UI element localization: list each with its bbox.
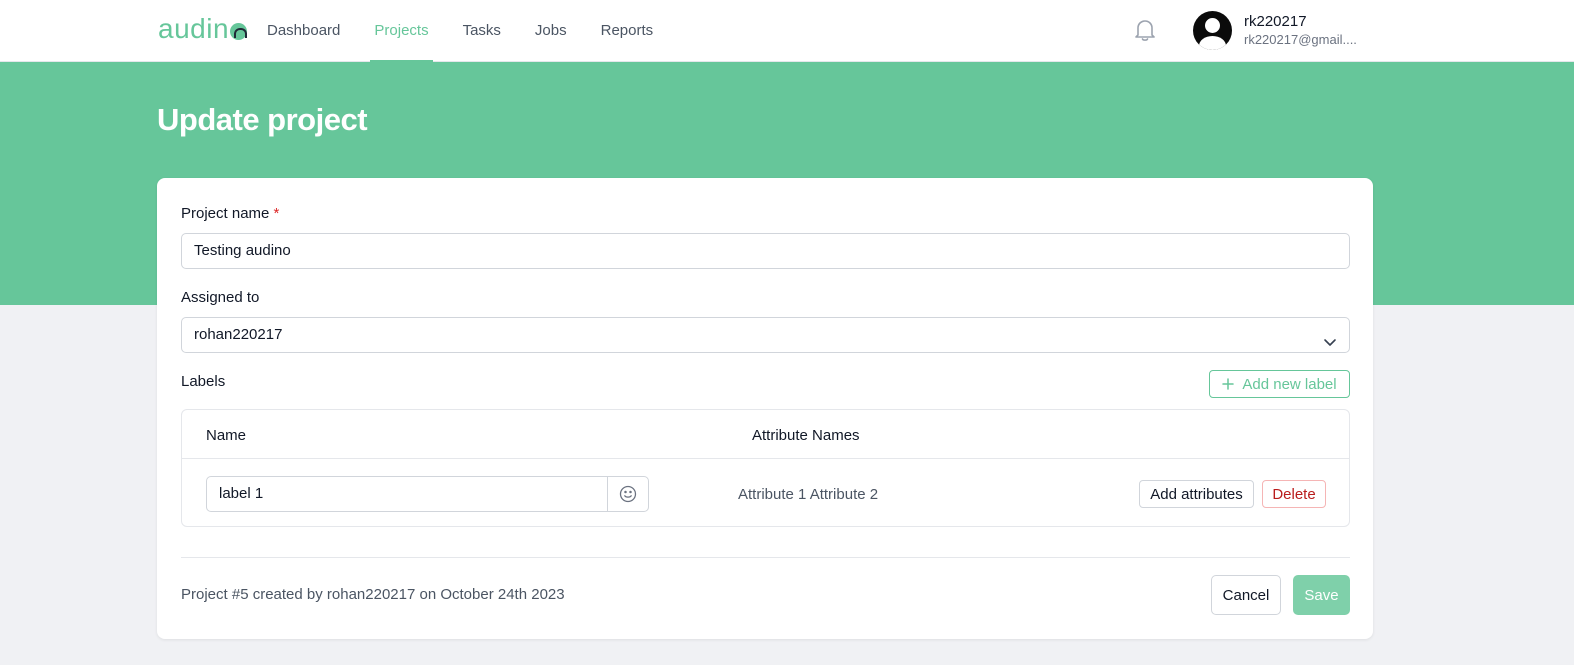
user-email: rk220217@gmail.... (1244, 32, 1357, 47)
user-avatar-icon[interactable] (1193, 11, 1232, 50)
page-title: Update project (157, 102, 368, 137)
add-new-label-button[interactable]: Add new label (1209, 370, 1350, 398)
update-project-form: Project name * Testing audino Assigned t… (157, 178, 1373, 639)
nav-item-jobs[interactable]: Jobs (535, 0, 567, 62)
delete-label-button[interactable]: Delete (1262, 480, 1326, 508)
nav-item-tasks[interactable]: Tasks (463, 0, 501, 62)
main-nav: Dashboard Projects Tasks Jobs Reports (267, 0, 687, 62)
attribute-names: Attribute 1 Attribute 2 (738, 486, 879, 503)
bell-icon[interactable] (1134, 18, 1156, 42)
headphones-logo-icon (230, 23, 248, 40)
table-header-name: Name (206, 427, 247, 444)
assigned-to-label: Assigned to (181, 289, 260, 306)
emoji-picker-button[interactable] (607, 476, 649, 512)
labels-heading: Labels (181, 373, 226, 390)
table-header-attribute-names: Attribute Names (752, 427, 860, 444)
user-name: rk220217 (1244, 13, 1307, 30)
project-name-label-text: Project name (181, 205, 270, 222)
labels-table: Name Attribute Names label 1 Attribute 1… (181, 409, 1350, 527)
app-logo[interactable]: audin (158, 13, 248, 45)
chevron-down-icon (1323, 328, 1337, 346)
project-name-label: Project name * (181, 205, 279, 222)
table-divider (182, 458, 1349, 459)
required-mark: * (273, 205, 280, 222)
nav-item-dashboard[interactable]: Dashboard (267, 0, 340, 62)
save-button[interactable]: Save (1293, 575, 1350, 615)
logo-text: audin (158, 13, 230, 44)
assigned-to-value: rohan220217 (194, 326, 283, 343)
form-divider (181, 557, 1350, 558)
project-meta-text: Project #5 created by rohan220217 on Oct… (181, 586, 565, 603)
nav-item-reports[interactable]: Reports (601, 0, 654, 62)
cancel-button[interactable]: Cancel (1211, 575, 1281, 615)
add-new-label-text: Add new label (1242, 375, 1337, 393)
nav-item-projects[interactable]: Projects (370, 0, 433, 62)
label-name-input[interactable]: label 1 (206, 476, 608, 512)
project-name-input[interactable]: Testing audino (181, 233, 1350, 269)
top-navbar: audin Dashboard Projects Tasks Jobs Repo… (0, 0, 1574, 62)
add-attributes-button[interactable]: Add attributes (1139, 480, 1254, 508)
smiley-icon (619, 485, 637, 503)
assigned-to-select[interactable]: rohan220217 (181, 317, 1350, 353)
plus-icon (1222, 375, 1235, 393)
